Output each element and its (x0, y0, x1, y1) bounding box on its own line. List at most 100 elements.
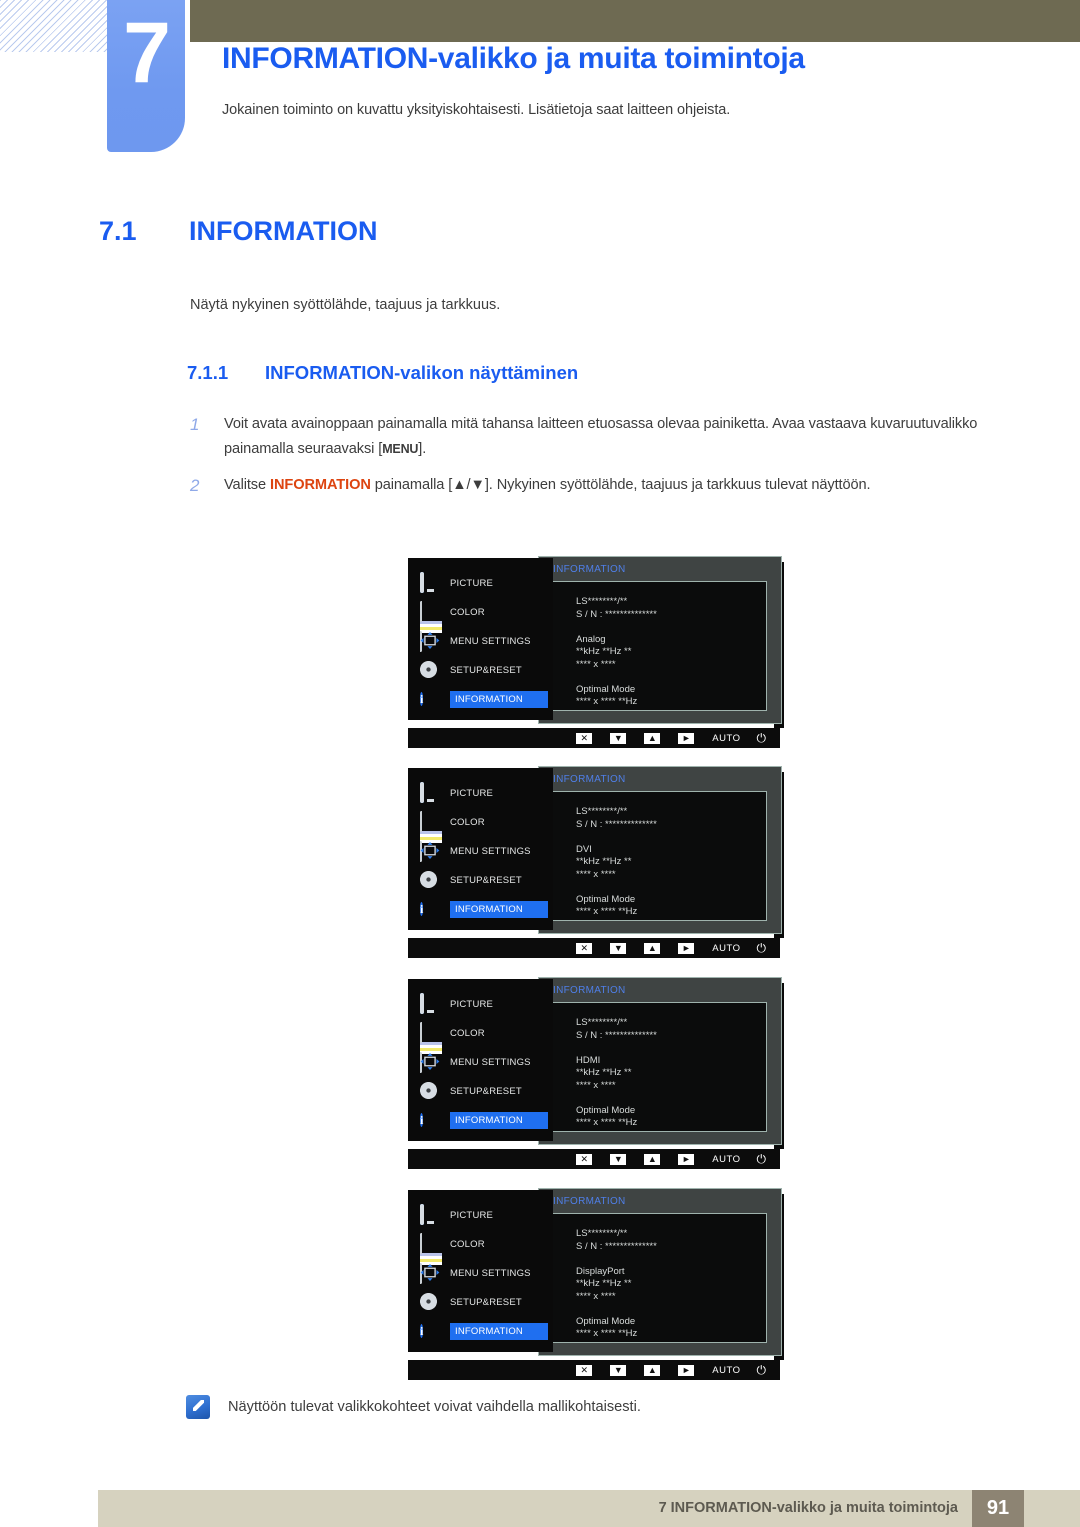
auto-button[interactable]: AUTO (712, 1154, 740, 1165)
osd-menu-label: PICTURE (450, 787, 494, 799)
osd-menu-label: MENU SETTINGS (450, 635, 531, 647)
osd-menu-label: INFORMATION (450, 690, 548, 708)
osd-menu-label: COLOR (450, 1238, 485, 1250)
arrow-up-icon[interactable]: ▲ (644, 1364, 661, 1376)
power-icon[interactable]: ⏻ (757, 1152, 767, 1167)
osd-screenshot: INFORMATION LS********/** S / N : *******… (402, 1188, 784, 1388)
step-list: 1 Voit avata avainoppaan painamalla mitä… (190, 412, 1020, 509)
osd-info-text: LS********/** S / N : ************** Dis… (576, 1228, 657, 1339)
osd-menu-item-setup-reset[interactable]: SETUP&RESET (420, 869, 552, 891)
power-icon[interactable]: ⏻ (757, 941, 767, 956)
color-bars-icon (420, 811, 442, 862)
arrow-right-icon[interactable]: ► (678, 1153, 695, 1165)
osd-menu-label: SETUP&RESET (450, 874, 522, 886)
auto-button[interactable]: AUTO (712, 943, 740, 954)
osd-menu-label: PICTURE (450, 998, 494, 1010)
power-icon[interactable]: ⏻ (757, 731, 767, 746)
osd-menu-item-color[interactable]: COLOR (420, 1022, 552, 1073)
monitor-icon (420, 782, 442, 803)
step-text: Valitse INFORMATION painamalla [▲/▼]. Ny… (224, 473, 871, 498)
arrow-up-icon[interactable]: ▲ (644, 942, 661, 954)
info-icon: i (420, 902, 424, 916)
osd-menu-item-picture[interactable]: PICTURE (420, 1204, 552, 1226)
step-text: Voit avata avainoppaan painamalla mitä t… (224, 412, 1020, 462)
manual-page: 7 INFORMATION-valikko ja muita toimintoj… (0, 0, 1080, 1527)
step-text-after: ]. (418, 441, 427, 457)
step-text-before: Valitse (224, 477, 270, 493)
osd-menu-item-picture[interactable]: PICTURE (420, 572, 552, 594)
close-icon[interactable]: ✕ (576, 1153, 593, 1165)
osd-menu-item-setup-reset[interactable]: SETUP&RESET (420, 1080, 552, 1102)
menu-key-label: MENU (382, 442, 419, 456)
osd-menu-item-menu-settings[interactable]: MENU SETTINGS (420, 1262, 552, 1284)
osd-info-text: LS********/** S / N : ************** DVI… (576, 806, 657, 917)
arrow-down-icon[interactable]: ▼ (610, 732, 627, 744)
osd-menu-label: INFORMATION (450, 1111, 548, 1129)
arrow-up-icon[interactable]: ▲ (644, 1153, 661, 1165)
osd-menu-item-setup-reset[interactable]: SETUP&RESET (420, 659, 552, 681)
menu-settings-icon (420, 1053, 442, 1071)
menu-settings-icon (420, 632, 442, 650)
osd-menu-item-information[interactable]: i INFORMATION (420, 898, 552, 920)
arrow-right-icon[interactable]: ► (678, 1364, 695, 1376)
osd-menu-list: PICTURE COLOR MENU SETTINGS SETUP&RESET i INF… (408, 979, 553, 1141)
color-bars-icon (420, 601, 442, 652)
page-number: 91 (972, 1490, 1024, 1527)
chapter-title: INFORMATION-valikko ja muita toimintoja (222, 42, 805, 75)
osd-menu-list: PICTURE COLOR MENU SETTINGS SETUP&RESET i INF… (408, 1190, 553, 1352)
osd-menu-item-information[interactable]: i INFORMATION (420, 1320, 552, 1342)
osd-menu-item-information[interactable]: i INFORMATION (420, 1109, 552, 1131)
osd-menu-label: PICTURE (450, 577, 494, 589)
menu-settings-icon (420, 1264, 442, 1282)
osd-menu-item-menu-settings[interactable]: MENU SETTINGS (420, 840, 552, 862)
osd-menu-label: SETUP&RESET (450, 664, 522, 676)
osd-window: INFORMATION LS********/** S / N : *******… (402, 1188, 784, 1360)
close-icon[interactable]: ✕ (576, 942, 593, 954)
gear-icon (420, 1082, 442, 1100)
osd-menu-item-setup-reset[interactable]: SETUP&RESET (420, 1291, 552, 1313)
osd-info-box: LS********/** S / N : ************** DVI… (551, 791, 767, 921)
osd-detail-panel: INFORMATION LS********/** S / N : *******… (538, 977, 782, 1145)
auto-button[interactable]: AUTO (712, 1365, 740, 1376)
osd-menu-label: SETUP&RESET (450, 1085, 522, 1097)
list-item: 1 Voit avata avainoppaan painamalla mitä… (190, 412, 1020, 462)
close-icon[interactable]: ✕ (576, 1364, 593, 1376)
osd-menu-item-picture[interactable]: PICTURE (420, 993, 552, 1015)
arrow-right-icon[interactable]: ► (678, 942, 695, 954)
osd-menu-item-picture[interactable]: PICTURE (420, 782, 552, 804)
osd-detail-panel: INFORMATION LS********/** S / N : *******… (538, 766, 782, 934)
chapter-subtitle: Jokainen toiminto on kuvattu yksityiskoh… (222, 102, 731, 118)
osd-window: INFORMATION LS********/** S / N : *******… (402, 766, 784, 938)
subsection-title: INFORMATION-valikon näyttäminen (265, 362, 579, 383)
osd-panel-title: INFORMATION (553, 1196, 626, 1207)
auto-button[interactable]: AUTO (712, 733, 740, 744)
osd-info-box: LS********/** S / N : ************** Dis… (551, 1213, 767, 1343)
note-text: Näyttöön tulevat valikkokohteet voivat v… (228, 1399, 641, 1415)
arrow-up-icon[interactable]: ▲ (644, 732, 661, 744)
close-icon[interactable]: ✕ (576, 732, 593, 744)
osd-menu-item-menu-settings[interactable]: MENU SETTINGS (420, 630, 552, 652)
step-text-after: painamalla [▲/▼]. Nykyinen syöttölähde, … (370, 477, 871, 493)
power-icon[interactable]: ⏻ (757, 1363, 767, 1378)
osd-screenshot: INFORMATION LS********/** S / N : *******… (402, 977, 784, 1177)
osd-screenshot: INFORMATION LS********/** S / N : *******… (402, 766, 784, 966)
arrow-down-icon[interactable]: ▼ (610, 942, 627, 954)
osd-menu-item-color[interactable]: COLOR (420, 811, 552, 862)
info-icon: i (420, 1324, 424, 1338)
osd-menu-list: PICTURE COLOR MENU SETTINGS SETUP&RESET i INF… (408, 768, 553, 930)
osd-menu-item-color[interactable]: COLOR (420, 601, 552, 652)
monitor-icon (420, 993, 442, 1014)
arrow-down-icon[interactable]: ▼ (610, 1153, 627, 1165)
osd-panel-title: INFORMATION (553, 564, 626, 575)
osd-menu-item-information[interactable]: i INFORMATION (420, 688, 552, 710)
arrow-right-icon[interactable]: ► (678, 732, 695, 744)
section-heading: 7.1 INFORMATION (99, 216, 377, 247)
section-number: 7.1 (99, 216, 137, 246)
osd-menu-item-menu-settings[interactable]: MENU SETTINGS (420, 1051, 552, 1073)
step-marker: 2 (190, 476, 200, 495)
osd-menu-item-color[interactable]: COLOR (420, 1233, 552, 1284)
arrow-down-icon[interactable]: ▼ (610, 1364, 627, 1376)
menu-settings-icon (420, 842, 442, 860)
color-bars-icon (420, 1022, 442, 1073)
osd-key-guide-bar: ✕ ▼ ▲ ► AUTO ⏻ (408, 1360, 780, 1380)
